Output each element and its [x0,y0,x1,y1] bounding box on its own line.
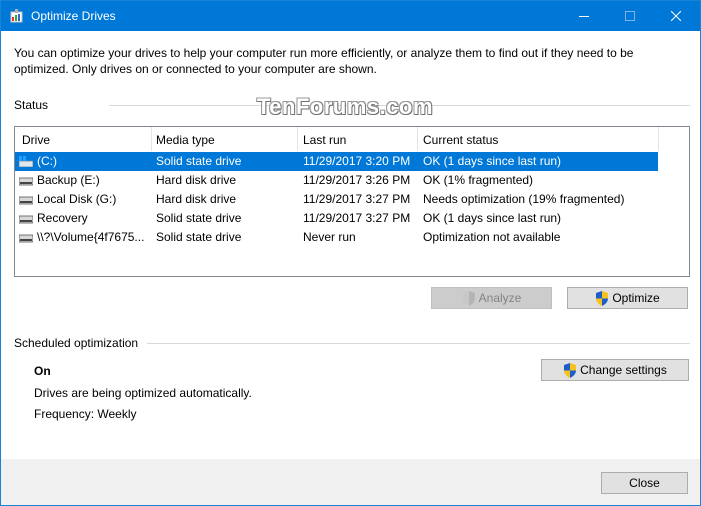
media-type: Hard disk drive [156,173,237,187]
analyze-button[interactable]: Analyze [431,287,552,309]
uac-shield-icon [462,290,475,306]
close-window-button[interactable] [653,1,699,31]
last-run: 11/29/2017 3:20 PM [303,154,411,168]
optimize-label: Optimize [612,291,660,305]
drive-name: \\?\Volume{4f7675... [37,230,145,244]
intro-text: You can optimize your drives to help you… [14,46,634,76]
maximize-button [607,1,653,31]
close-label: Close [629,476,660,490]
current-status: OK (1 days since last run) [423,211,562,225]
system-drive-icon [19,156,33,167]
schedule-state: On [34,364,51,378]
current-status: Needs optimization (19% fragmented) [423,192,625,206]
column-header-drive[interactable]: Drive [15,127,151,151]
drives-list[interactable]: Drive Media type Last run Current status… [14,126,690,277]
column-header-last-run[interactable]: Last run [296,127,416,151]
uac-shield-icon [596,290,609,306]
status-label: Status [14,98,49,112]
drive-icon [19,234,33,243]
media-type: Solid state drive [156,154,242,168]
media-type: Solid state drive [156,211,242,225]
change-settings-label: Change settings [580,363,667,377]
table-row[interactable]: Recovery Solid state drive 11/29/2017 3:… [15,209,658,228]
table-row[interactable]: Local Disk (G:) Hard disk drive 11/29/20… [15,190,658,209]
drive-icon [19,196,33,205]
last-run: 11/29/2017 3:27 PM [303,192,411,206]
scheduled-optimization-label: Scheduled optimization [14,336,139,350]
current-status: Optimization not available [423,230,561,244]
column-header-current-status[interactable]: Current status [416,127,658,151]
media-type: Hard disk drive [156,192,237,206]
drive-name: Recovery [37,211,88,225]
optimize-drives-window: Optimize Drives You can optimize your dr… [0,0,701,506]
drive-name: (C:) [37,154,57,168]
minimize-icon [579,16,589,17]
dialog-footer: Close [1,459,700,505]
minimize-button[interactable] [561,1,607,31]
watermark: TenForums.com [257,94,434,119]
column-header-media-type[interactable]: Media type [149,127,297,151]
drive-icon [19,215,33,224]
window-title: Optimize Drives [31,9,116,23]
drive-name: Backup (E:) [37,173,100,187]
uac-shield-icon [564,362,577,378]
last-run: Never run [303,230,356,244]
media-type: Solid state drive [156,230,242,244]
defrag-app-icon [10,9,23,23]
change-settings-button[interactable]: Change settings [541,359,689,381]
current-status: OK (1 days since last run) [423,154,562,168]
scheduled-divider [147,343,690,344]
table-row[interactable]: (C:) Solid state drive 11/29/2017 3:20 P… [15,152,658,171]
close-button[interactable]: Close [601,472,688,494]
schedule-frequency: Frequency: Weekly [34,407,137,421]
optimize-button[interactable]: Optimize [567,287,688,309]
table-row[interactable]: Backup (E:) Hard disk drive 11/29/2017 3… [15,171,658,190]
column-separator [658,127,659,151]
close-icon [671,11,681,21]
current-status: OK (1% fragmented) [423,173,534,187]
last-run: 11/29/2017 3:27 PM [303,211,411,225]
table-row[interactable]: \\?\Volume{4f7675... Solid state drive N… [15,228,658,247]
last-run: 11/29/2017 3:26 PM [303,173,411,187]
schedule-description: Drives are being optimized automatically… [34,386,252,400]
title-bar[interactable]: Optimize Drives [1,1,700,31]
drive-icon [19,177,33,186]
drive-name: Local Disk (G:) [37,192,117,206]
maximize-icon [625,11,635,21]
analyze-label: Analyze [478,291,522,305]
